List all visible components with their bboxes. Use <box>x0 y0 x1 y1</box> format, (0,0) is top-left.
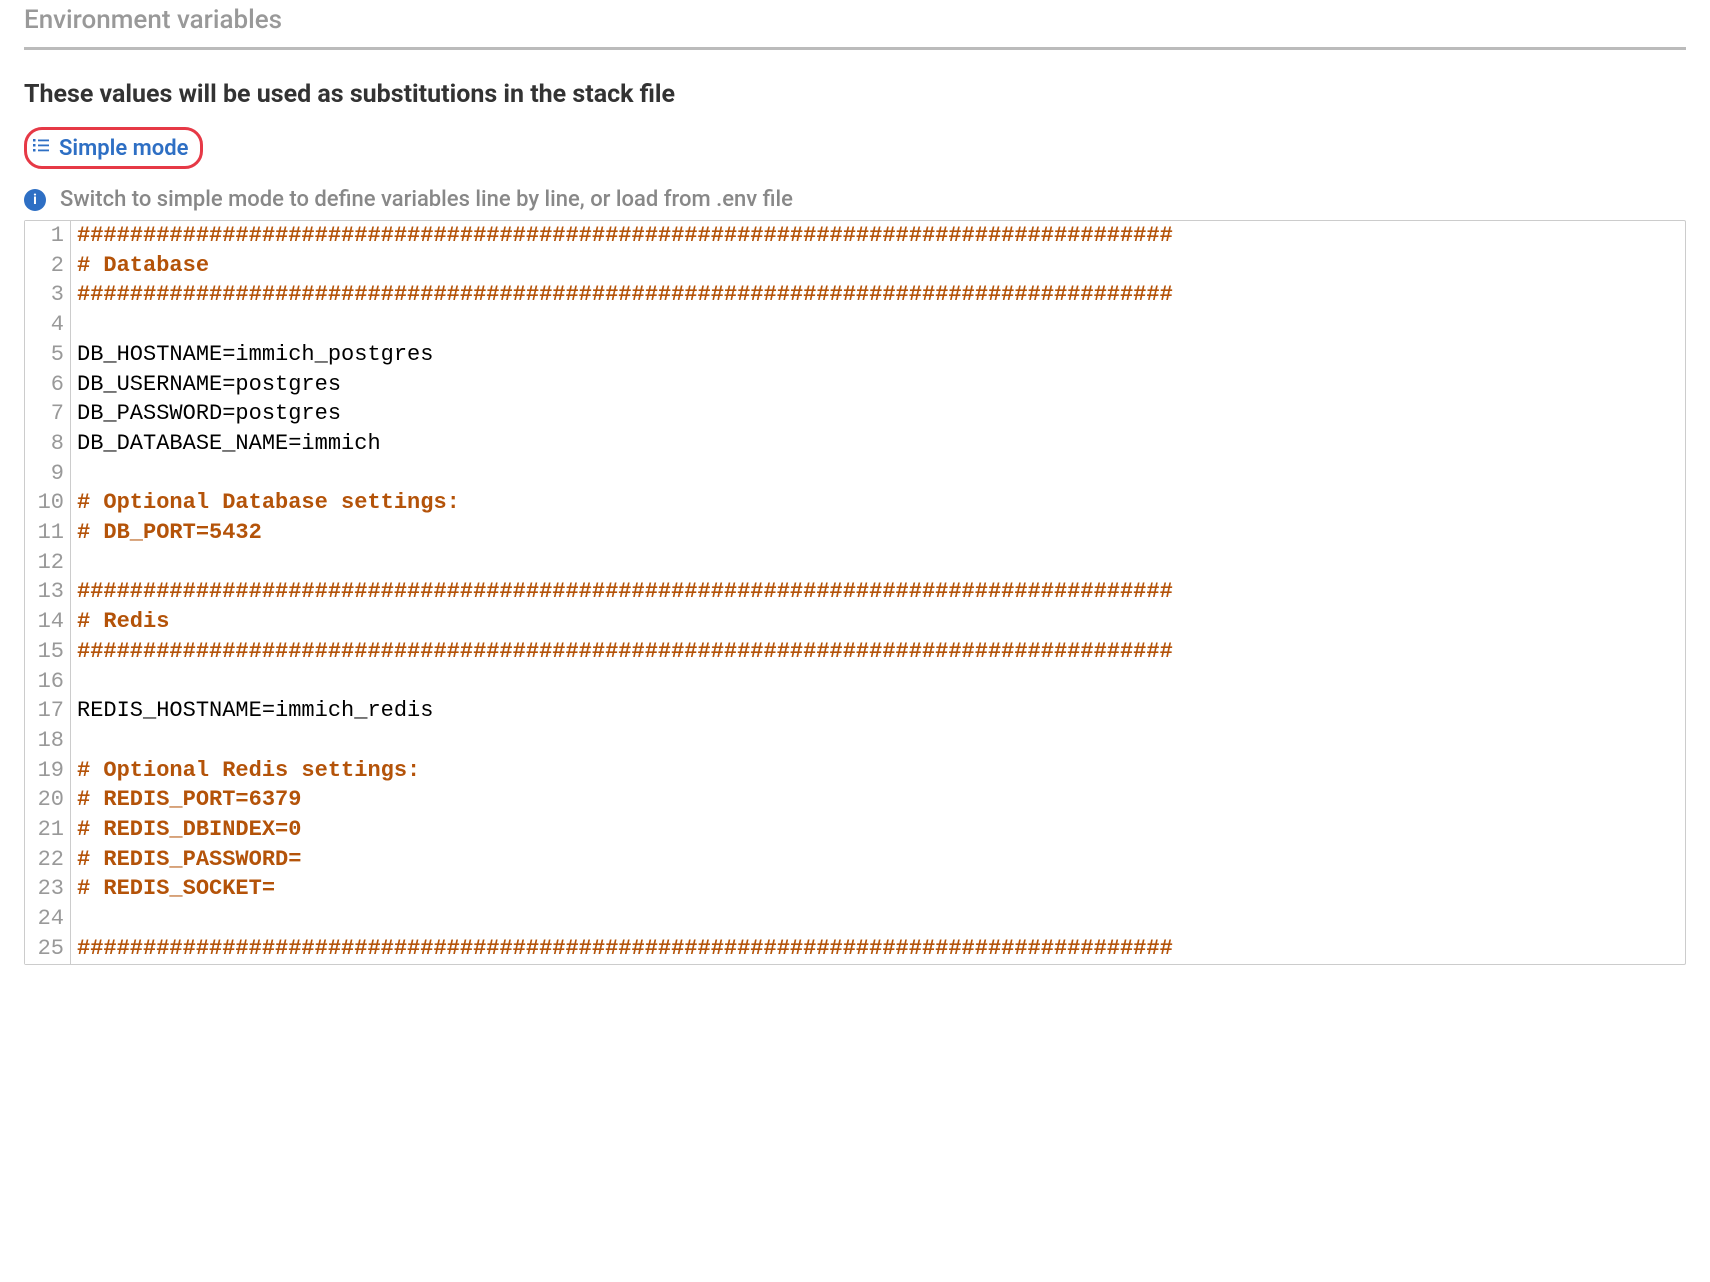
editor-line[interactable]: 17REDIS_HOSTNAME=immich_redis <box>25 696 1685 726</box>
editor-line[interactable]: 15######################################… <box>25 637 1685 667</box>
code-content[interactable]: # REDIS_SOCKET= <box>71 874 275 904</box>
editor-line[interactable]: 7DB_PASSWORD=postgres <box>25 399 1685 429</box>
line-number: 4 <box>25 310 71 340</box>
code-content[interactable]: ########################################… <box>71 934 1173 964</box>
line-number: 17 <box>25 696 71 726</box>
editor-line[interactable]: 18 <box>25 726 1685 756</box>
line-number: 23 <box>25 874 71 904</box>
editor-line[interactable]: 8DB_DATABASE_NAME=immich <box>25 429 1685 459</box>
code-content[interactable]: # REDIS_PASSWORD= <box>71 845 301 875</box>
code-content[interactable] <box>71 726 77 756</box>
editor-line[interactable]: 3#######################################… <box>25 280 1685 310</box>
code-content[interactable]: ########################################… <box>71 637 1173 667</box>
editor-line[interactable]: 21# REDIS_DBINDEX=0 <box>25 815 1685 845</box>
editor-line[interactable]: 13######################################… <box>25 577 1685 607</box>
code-content[interactable]: ########################################… <box>71 280 1173 310</box>
editor-line[interactable]: 1#######################################… <box>25 221 1685 251</box>
info-text: Switch to simple mode to define variable… <box>60 187 793 212</box>
line-number: 8 <box>25 429 71 459</box>
line-number: 15 <box>25 637 71 667</box>
line-number: 20 <box>25 785 71 815</box>
editor-line[interactable]: 22# REDIS_PASSWORD= <box>25 845 1685 875</box>
line-number: 24 <box>25 904 71 934</box>
editor-line[interactable]: 23# REDIS_SOCKET= <box>25 874 1685 904</box>
simple-mode-toggle[interactable]: Simple mode <box>24 127 203 169</box>
code-content[interactable]: # Redis <box>71 607 169 637</box>
mode-toggle-label: Simple mode <box>59 136 188 161</box>
editor-line[interactable]: 20# REDIS_PORT=6379 <box>25 785 1685 815</box>
code-content[interactable] <box>71 667 77 697</box>
editor-line[interactable]: 25######################################… <box>25 934 1685 964</box>
code-content[interactable]: # Database <box>71 251 209 281</box>
code-content[interactable]: REDIS_HOSTNAME=immich_redis <box>71 696 433 726</box>
line-number: 12 <box>25 548 71 578</box>
line-number: 9 <box>25 459 71 489</box>
editor-line[interactable]: 4 <box>25 310 1685 340</box>
editor-line[interactable]: 12 <box>25 548 1685 578</box>
code-content[interactable]: # Optional Database settings: <box>71 488 460 518</box>
info-row: i Switch to simple mode to define variab… <box>24 187 1686 212</box>
list-icon <box>31 135 51 161</box>
editor-line[interactable]: 11# DB_PORT=5432 <box>25 518 1685 548</box>
editor-line[interactable]: 24 <box>25 904 1685 934</box>
info-icon: i <box>24 189 46 211</box>
line-number: 1 <box>25 221 71 251</box>
editor-line[interactable]: 10# Optional Database settings: <box>25 488 1685 518</box>
line-number: 25 <box>25 934 71 964</box>
line-number: 16 <box>25 667 71 697</box>
code-content[interactable] <box>71 459 77 489</box>
editor-line[interactable]: 5DB_HOSTNAME=immich_postgres <box>25 340 1685 370</box>
code-content[interactable]: ########################################… <box>71 221 1173 251</box>
line-number: 21 <box>25 815 71 845</box>
code-content[interactable]: # Optional Redis settings: <box>71 756 420 786</box>
line-number: 14 <box>25 607 71 637</box>
code-content[interactable] <box>71 904 77 934</box>
editor-line[interactable]: 9 <box>25 459 1685 489</box>
line-number: 13 <box>25 577 71 607</box>
line-number: 5 <box>25 340 71 370</box>
line-number: 19 <box>25 756 71 786</box>
code-content[interactable]: DB_DATABASE_NAME=immich <box>71 429 381 459</box>
line-number: 2 <box>25 251 71 281</box>
env-editor[interactable]: 1#######################################… <box>24 220 1686 965</box>
editor-line[interactable]: 14# Redis <box>25 607 1685 637</box>
line-number: 11 <box>25 518 71 548</box>
editor-line[interactable]: 16 <box>25 667 1685 697</box>
editor-line[interactable]: 19# Optional Redis settings: <box>25 756 1685 786</box>
code-content[interactable]: # REDIS_DBINDEX=0 <box>71 815 301 845</box>
line-number: 18 <box>25 726 71 756</box>
code-content[interactable]: DB_PASSWORD=postgres <box>71 399 341 429</box>
code-content[interactable]: # DB_PORT=5432 <box>71 518 262 548</box>
code-content[interactable] <box>71 310 77 340</box>
line-number: 3 <box>25 280 71 310</box>
line-number: 10 <box>25 488 71 518</box>
code-content[interactable] <box>71 548 77 578</box>
code-content[interactable]: ########################################… <box>71 577 1173 607</box>
code-content[interactable]: # REDIS_PORT=6379 <box>71 785 301 815</box>
line-number: 22 <box>25 845 71 875</box>
code-content[interactable]: DB_USERNAME=postgres <box>71 370 341 400</box>
line-number: 6 <box>25 370 71 400</box>
section-header: Environment variables <box>24 0 1686 50</box>
description-text: These values will be used as substitutio… <box>24 80 1686 109</box>
code-content[interactable]: DB_HOSTNAME=immich_postgres <box>71 340 433 370</box>
editor-line[interactable]: 6DB_USERNAME=postgres <box>25 370 1685 400</box>
line-number: 7 <box>25 399 71 429</box>
editor-line[interactable]: 2# Database <box>25 251 1685 281</box>
